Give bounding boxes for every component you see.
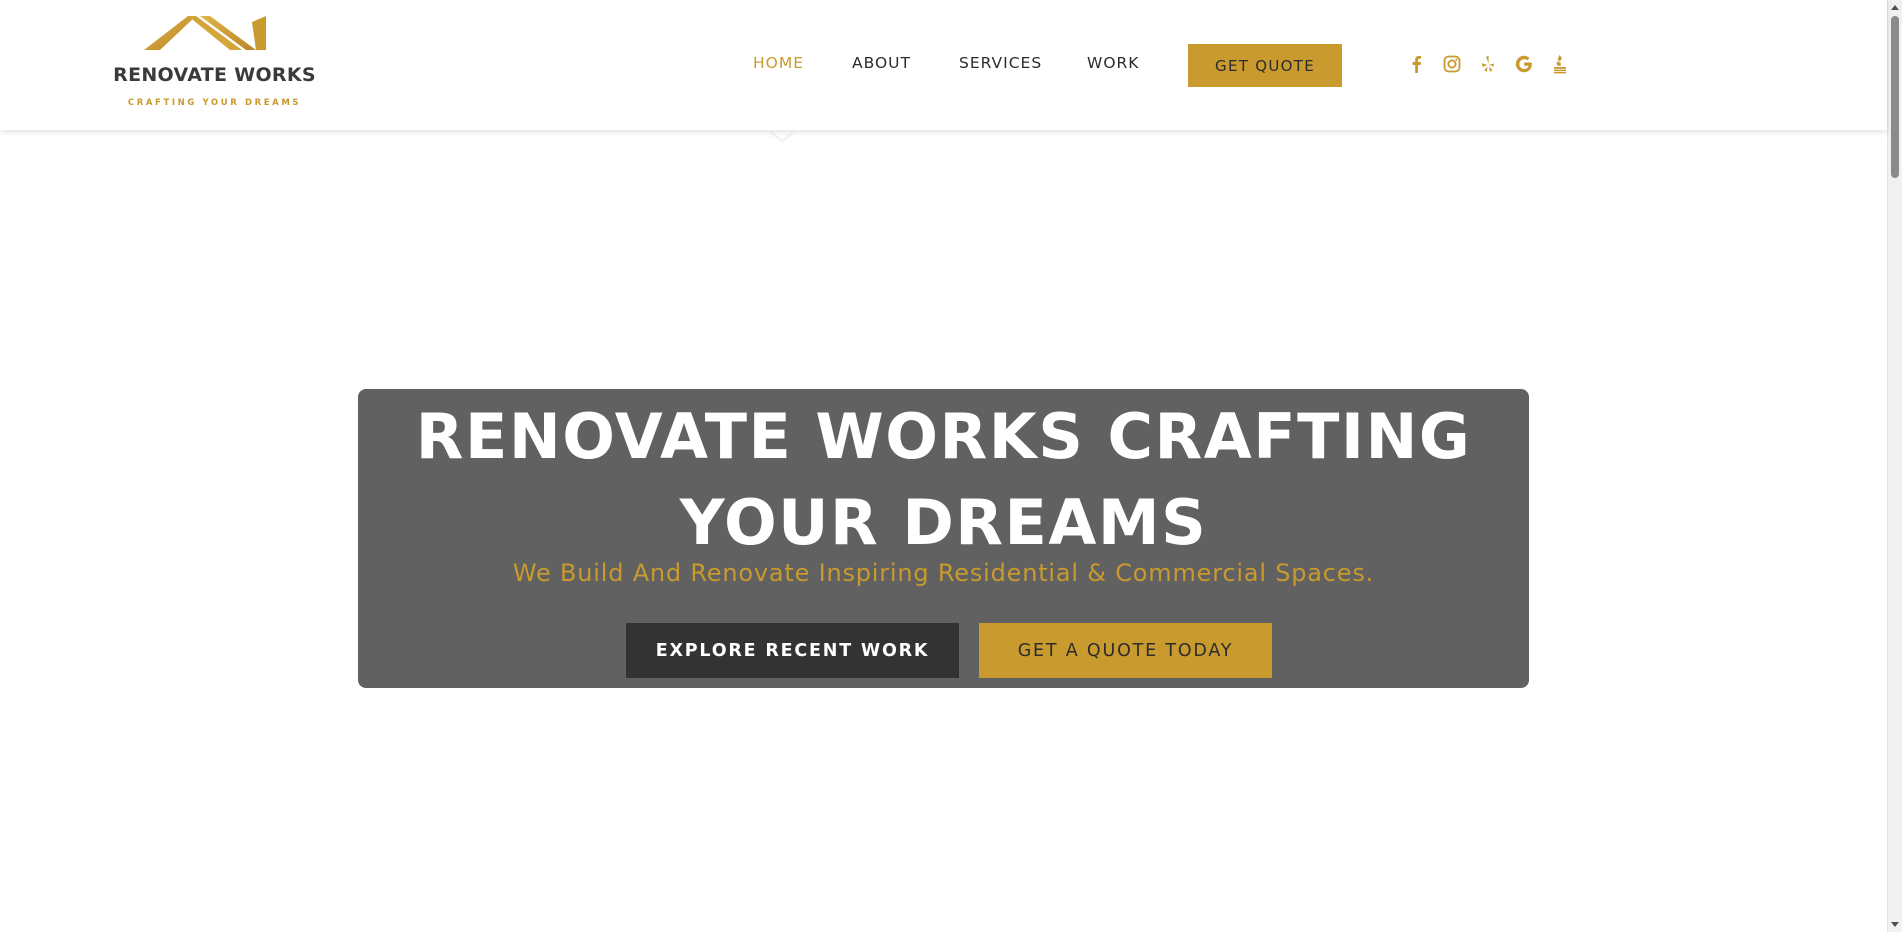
scroll-up-icon[interactable] <box>1891 5 1899 10</box>
nav-services[interactable]: SERVICES <box>959 54 1042 72</box>
house-roof-logo-icon <box>144 16 266 50</box>
yelp-icon[interactable] <box>1477 53 1499 75</box>
nav-work[interactable]: WORK <box>1087 54 1139 72</box>
vertical-scrollbar[interactable] <box>1887 0 1902 932</box>
bbb-icon[interactable] <box>1549 53 1571 75</box>
explore-recent-work-button[interactable]: EXPLORE RECENT WORK <box>626 623 959 678</box>
hero-title: RENOVATE WORKS CRAFTING YOUR DREAMS <box>415 400 1472 559</box>
site-header: RENOVATE WORKS CRAFTING YOUR DREAMS HOME… <box>0 0 1887 130</box>
get-quote-button[interactable]: GET QUOTE <box>1188 44 1342 87</box>
nav-home[interactable]: HOME <box>753 54 804 72</box>
scrollbar-thumb[interactable] <box>1891 16 1899 178</box>
nav-about[interactable]: ABOUT <box>852 54 911 72</box>
page: RENOVATE WORKS CRAFTING YOUR DREAMS HOME… <box>0 0 1887 932</box>
logo[interactable]: RENOVATE WORKS CRAFTING YOUR DREAMS <box>112 8 317 112</box>
logo-tagline: CRAFTING YOUR DREAMS <box>127 98 302 108</box>
hero-subtitle: We Build And Renovate Inspiring Resident… <box>512 559 1375 587</box>
google-icon[interactable] <box>1513 53 1535 75</box>
instagram-icon[interactable] <box>1441 53 1463 75</box>
logo-title: RENOVATE WORKS <box>113 64 316 86</box>
facebook-icon[interactable] <box>1405 53 1427 75</box>
get-a-quote-today-button[interactable]: GET A QUOTE TODAY <box>979 623 1272 678</box>
hero-panel: RENOVATE WORKS CRAFTING YOUR DREAMS We B… <box>358 389 1529 688</box>
active-nav-indicator <box>770 130 794 140</box>
scroll-down-icon[interactable] <box>1891 922 1899 927</box>
